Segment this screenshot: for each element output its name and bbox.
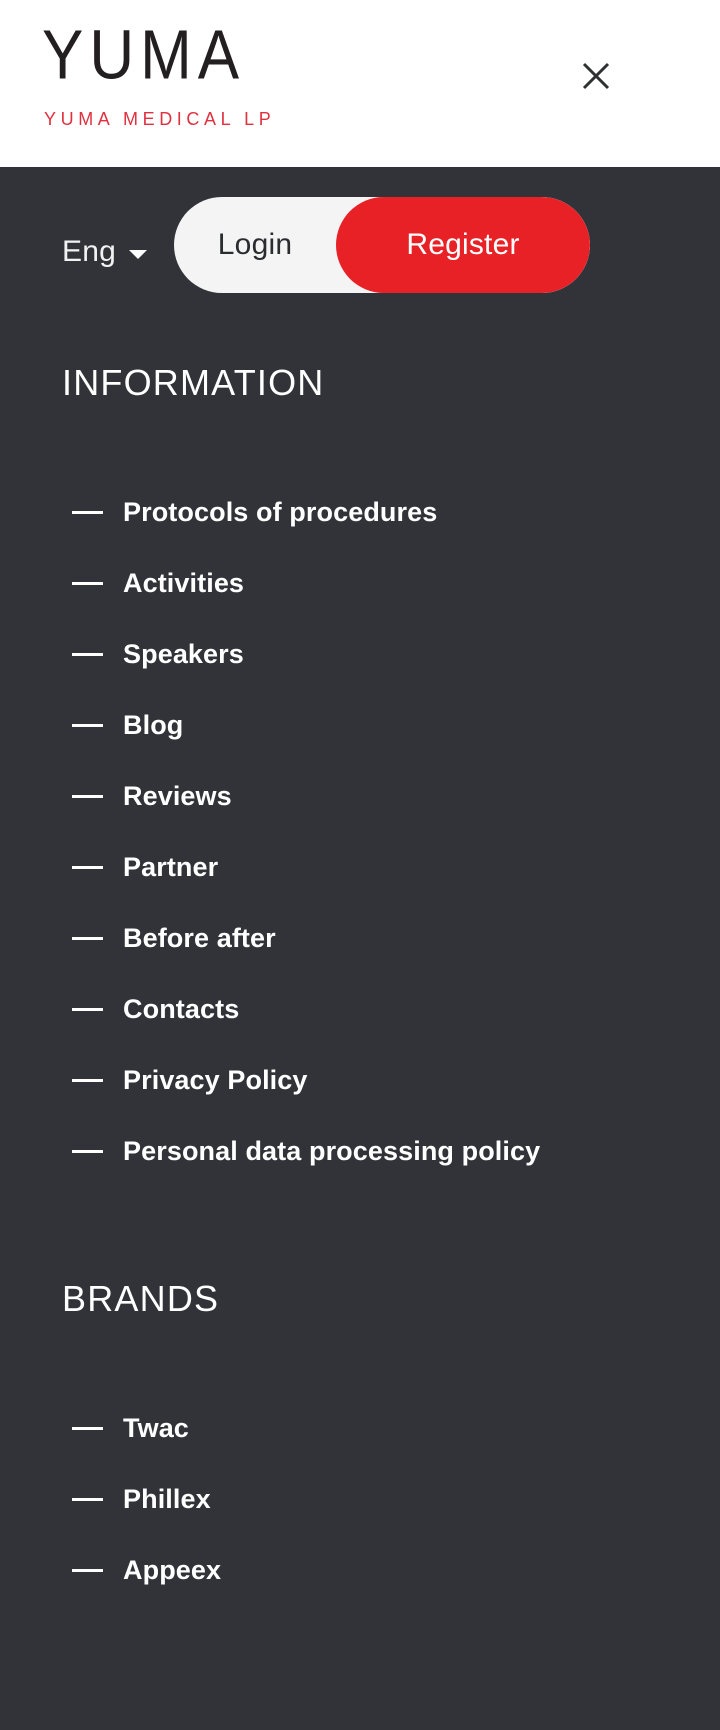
dash-icon: [72, 724, 103, 727]
dash-icon: [72, 1569, 103, 1572]
login-button[interactable]: Login: [174, 197, 336, 293]
nav-item-privacy-policy[interactable]: Privacy Policy: [72, 1045, 720, 1116]
nav-item-label: Before after: [123, 923, 276, 953]
nav-item-label: Appeex: [123, 1555, 222, 1585]
nav-item-protocols-of-procedures[interactable]: Protocols of procedures: [72, 477, 720, 548]
nav-item-label: Speakers: [123, 639, 244, 669]
menu-panel: Eng Login Register INFORMATION Protocols…: [0, 167, 720, 1730]
nav-item-label: Activities: [123, 568, 245, 598]
close-icon: [576, 56, 616, 96]
nav-item-label: Partner: [123, 852, 219, 882]
dash-icon: [72, 866, 103, 869]
nav-item-label: Personal data processing policy: [123, 1136, 541, 1166]
logo[interactable]: YUMA YUMA MEDICAL LP: [42, 16, 276, 130]
language-selector[interactable]: Eng: [62, 235, 147, 269]
nav-item-personal-data-processing-policy[interactable]: Personal data processing policy: [72, 1116, 720, 1187]
nav-section-brands: BRANDS Twac Phillex Appeex: [0, 1279, 720, 1606]
nav-item-activities[interactable]: Activities: [72, 548, 720, 619]
nav-item-label: Phillex: [123, 1484, 211, 1514]
dash-icon: [72, 1427, 103, 1430]
nav-item-partner[interactable]: Partner: [72, 832, 720, 903]
dash-icon: [72, 1079, 103, 1082]
nav-item-before-after[interactable]: Before after: [72, 903, 720, 974]
nav-item-reviews[interactable]: Reviews: [72, 761, 720, 832]
language-label: Eng: [62, 235, 116, 268]
dash-icon: [72, 511, 103, 514]
site-header: YUMA YUMA MEDICAL LP: [0, 0, 720, 167]
nav-item-appeex[interactable]: Appeex: [72, 1535, 720, 1606]
close-menu-button[interactable]: [576, 56, 616, 96]
nav-item-label: Contacts: [123, 994, 240, 1024]
nav-item-label: Reviews: [123, 781, 232, 811]
mobile-menu-overlay: YUMA YUMA MEDICAL LP Eng Login Register: [0, 0, 720, 1730]
logo-wordmark: YUMA: [42, 16, 246, 95]
nav-item-twac[interactable]: Twac: [72, 1393, 720, 1464]
nav-item-label: Twac: [123, 1413, 189, 1443]
dash-icon: [72, 937, 103, 940]
nav-item-label: Blog: [123, 710, 184, 740]
nav-item-blog[interactable]: Blog: [72, 690, 720, 761]
nav-list-brands: Twac Phillex Appeex: [0, 1393, 720, 1606]
nav-item-phillex[interactable]: Phillex: [72, 1464, 720, 1535]
nav-section-information: INFORMATION Protocols of procedures Acti…: [0, 363, 720, 1187]
dash-icon: [72, 582, 103, 585]
chevron-down-icon: [128, 250, 147, 259]
section-title-brands: BRANDS: [62, 1278, 220, 1319]
nav-item-label: Privacy Policy: [123, 1065, 308, 1095]
auth-button-group: Login Register: [174, 197, 590, 293]
dash-icon: [72, 795, 103, 798]
nav-item-contacts[interactable]: Contacts: [72, 974, 720, 1045]
dash-icon: [72, 1008, 103, 1011]
menu-top-row: Eng Login Register: [0, 197, 720, 307]
nav-item-label: Protocols of procedures: [123, 497, 438, 527]
dash-icon: [72, 1150, 103, 1153]
dash-icon: [72, 1498, 103, 1501]
nav-list-information: Protocols of procedures Activities Speak…: [0, 477, 720, 1187]
nav-item-speakers[interactable]: Speakers: [72, 619, 720, 690]
dash-icon: [72, 653, 103, 656]
logo-tagline: YUMA MEDICAL LP: [44, 109, 276, 129]
register-button[interactable]: Register: [336, 197, 590, 293]
menu-navigation: INFORMATION Protocols of procedures Acti…: [0, 363, 720, 1606]
section-title-information: INFORMATION: [62, 362, 325, 403]
